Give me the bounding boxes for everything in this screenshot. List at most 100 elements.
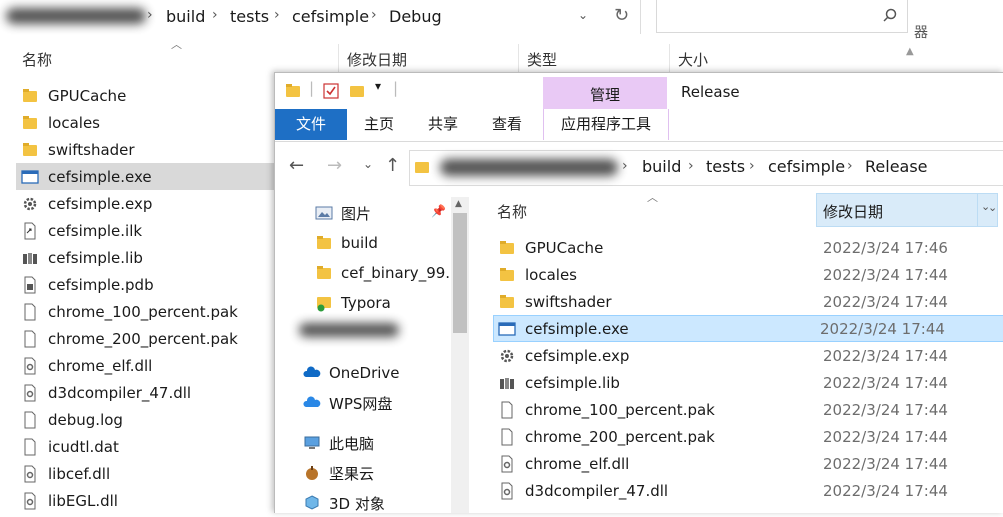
nav-item[interactable]: cef_binary_99.2 [315, 259, 460, 287]
nav-item[interactable]: 3D 对象 [303, 489, 385, 517]
refresh-icon[interactable]: ↻ [614, 5, 629, 26]
properties-icon[interactable] [323, 83, 339, 99]
column-divider[interactable] [338, 44, 339, 72]
nav-item[interactable]: build [315, 229, 378, 257]
file-name: locales [48, 113, 100, 132]
redacted-path [440, 159, 618, 176]
breadcrumb-debug[interactable]: Debug [389, 7, 442, 26]
nav-item[interactable]: 此电脑 [303, 429, 374, 457]
tab-view[interactable]: 查看 [481, 109, 533, 140]
tab-app-tools[interactable]: 应用程序工具 [543, 109, 669, 140]
list-item[interactable]: debug.log [20, 406, 290, 433]
toolbar-divider: | [309, 79, 315, 97]
list-item[interactable]: locales [20, 109, 290, 136]
new-folder-icon[interactable] [349, 83, 365, 99]
folder-icon[interactable] [285, 83, 301, 99]
table-row[interactable]: chrome_200_percent.pak 2022/3/24 17:44 [497, 423, 1003, 450]
table-row[interactable]: cefsimple.exe 2022/3/24 17:44 [493, 315, 1003, 342]
nav-item-label: WPS网盘 [329, 394, 393, 413]
file-name: chrome_elf.dll [48, 356, 153, 375]
list-item[interactable]: chrome_200_percent.pak [20, 325, 290, 352]
nav-item[interactable]: OneDrive [303, 359, 400, 387]
recent-locations-icon[interactable]: ⌄ [363, 157, 373, 171]
table-row[interactable]: d3dcompiler_47.dll 2022/3/24 17:44 [497, 477, 1003, 504]
pin-icon[interactable]: 📌 [431, 204, 446, 218]
chevron-down-icon[interactable]: ⌄ [988, 201, 997, 214]
list-item[interactable]: d3dcompiler_47.dll [20, 379, 290, 406]
chevron-down-icon[interactable]: ⌄ [578, 8, 588, 22]
table-row[interactable]: cefsimple.lib 2022/3/24 17:44 [497, 369, 1003, 396]
file-name: cefsimple.ilk [48, 221, 143, 240]
search-icon[interactable] [883, 8, 897, 22]
list-item[interactable]: icudtl.dat [20, 433, 290, 460]
nav-item[interactable]: Typora [315, 289, 391, 317]
breadcrumb-build[interactable]: build [642, 157, 681, 176]
column-divider[interactable] [669, 44, 670, 72]
customize-toolbar-icon[interactable]: ▾ [375, 79, 381, 93]
list-item[interactable]: cefsimple.lib [20, 244, 290, 271]
file-name: GPUCache [525, 238, 604, 257]
file-name: locales [525, 265, 577, 284]
list-item[interactable]: swiftshader [20, 136, 290, 163]
column-modified-header[interactable]: 修改日期 ⌄ [816, 193, 998, 227]
settings-file-icon [20, 194, 40, 214]
list-item[interactable]: cefsimple.exe [16, 163, 278, 190]
breadcrumb-separator: › [274, 7, 280, 23]
computer-icon [303, 434, 321, 452]
list-item[interactable]: chrome_elf.dll [20, 352, 290, 379]
table-row[interactable]: GPUCache 2022/3/24 17:46 [497, 234, 1003, 261]
forward-arrow-icon[interactable]: → [327, 155, 342, 176]
breadcrumb-release[interactable]: Release [865, 157, 928, 176]
breadcrumb-tests[interactable]: tests [230, 7, 269, 26]
breadcrumb-tests[interactable]: tests [706, 157, 745, 176]
table-row[interactable]: chrome_elf.dll 2022/3/24 17:44 [497, 450, 1003, 477]
breadcrumb-build[interactable]: build [166, 7, 205, 26]
tab-share[interactable]: 共享 [417, 109, 469, 140]
table-row[interactable]: chrome_100_percent.pak 2022/3/24 17:44 [497, 396, 1003, 423]
tab-home[interactable]: 主页 [353, 109, 405, 140]
link-file-icon [20, 221, 40, 241]
breadcrumb-separator: › [212, 7, 218, 23]
lib-file-icon [20, 248, 40, 268]
table-row[interactable]: cefsimple.exp 2022/3/24 17:44 [497, 342, 1003, 369]
column-modified[interactable]: 修改日期 [347, 49, 407, 70]
tab-file[interactable]: 文件 [275, 109, 347, 140]
back-arrow-icon[interactable]: ← [289, 155, 304, 176]
column-name[interactable]: 名称 [497, 201, 527, 222]
column-size[interactable]: 大小 [678, 49, 708, 70]
scroll-thumb[interactable] [453, 213, 467, 333]
list-item[interactable]: cefsimple.pdb [20, 271, 290, 298]
front-address-bar[interactable]: › build › tests › cefsimple › Release [409, 150, 1003, 186]
breadcrumb-separator: › [622, 158, 628, 174]
manage-tab[interactable]: 管理 [543, 77, 667, 110]
list-item[interactable]: chrome_100_percent.pak [20, 298, 290, 325]
list-item[interactable]: cefsimple.exp [20, 190, 290, 217]
column-divider[interactable] [518, 44, 519, 72]
scroll-up-icon[interactable]: ▲ [455, 199, 462, 209]
list-item[interactable]: cefsimple.ilk [20, 217, 290, 244]
list-item[interactable]: GPUCache [20, 82, 290, 109]
breadcrumb-separator: › [371, 7, 377, 23]
file-name: chrome_elf.dll [525, 454, 630, 473]
list-item[interactable]: libcef.dll [20, 460, 290, 487]
list-item[interactable]: libEGL.dll [20, 487, 290, 514]
nav-item[interactable]: 坚果云 [303, 459, 374, 487]
nav-item[interactable]: WPS网盘 [303, 389, 392, 417]
breadcrumb-cefsimple[interactable]: cefsimple [768, 157, 845, 176]
settings-file-icon [497, 346, 517, 366]
breadcrumb-cefsimple[interactable]: cefsimple [292, 7, 369, 26]
nav-item[interactable]: 图片 [315, 199, 371, 227]
table-row[interactable]: swiftshader 2022/3/24 17:44 [497, 288, 1003, 315]
file-name: cefsimple.lib [525, 373, 620, 392]
back-search-input[interactable] [656, 0, 908, 33]
scroll-up-icon[interactable]: ▲ [906, 46, 914, 57]
up-arrow-icon[interactable]: ↑ [385, 155, 400, 176]
file-name: d3dcompiler_47.dll [48, 383, 192, 402]
column-name[interactable]: 名称 [22, 49, 52, 70]
breadcrumb-separator: › [749, 158, 755, 174]
folder-icon [315, 234, 333, 252]
dll-icon [20, 383, 40, 403]
table-row[interactable]: locales 2022/3/24 17:44 [497, 261, 1003, 288]
back-address-bar[interactable]: › build › tests › cefsimple › Debug ⌄ [0, 0, 641, 34]
column-type[interactable]: 类型 [527, 49, 557, 70]
